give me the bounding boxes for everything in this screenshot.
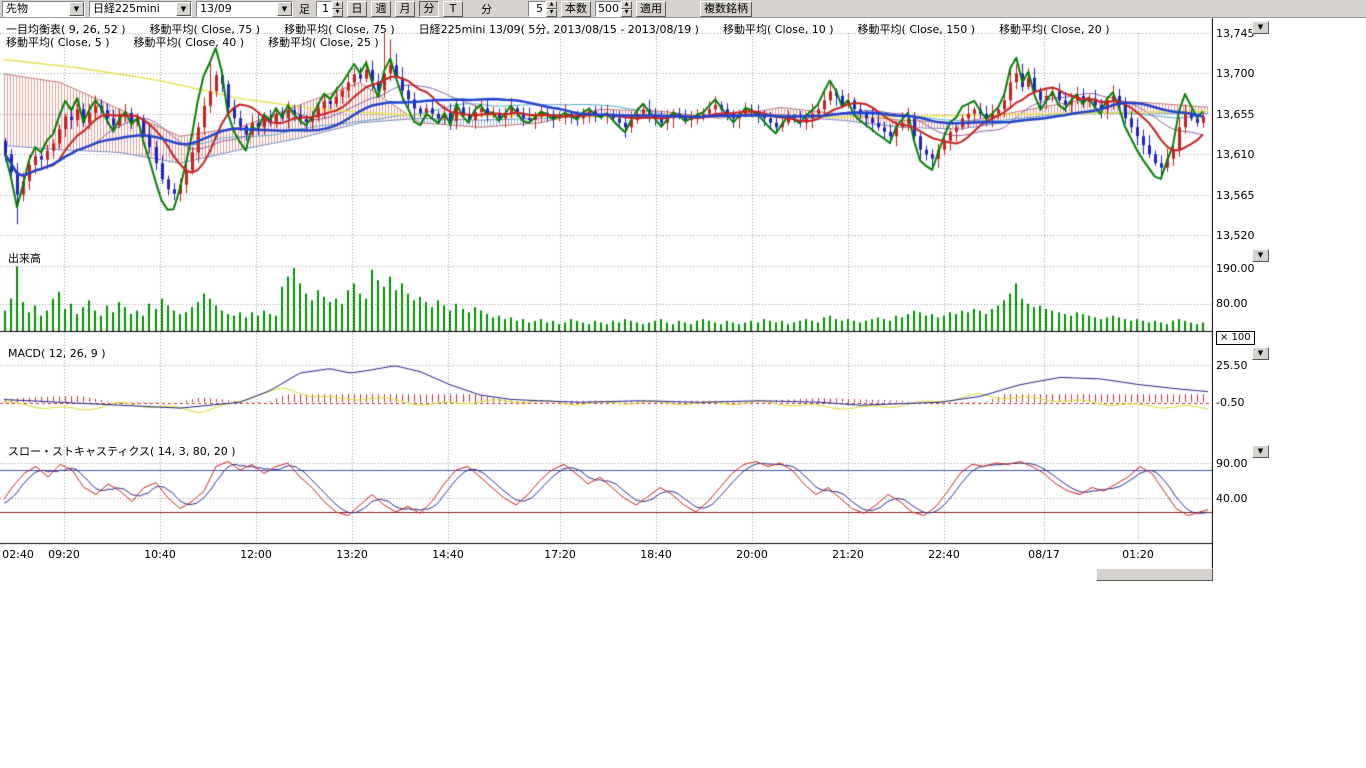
contract-month-value: 13/09 [197, 2, 277, 16]
price-axis-label: 13,610 [1216, 148, 1255, 161]
bar-type-label: 足 [299, 1, 310, 17]
period-daily-button[interactable]: 日 [347, 1, 367, 17]
chevron-down-icon[interactable]: ▼ [277, 2, 292, 16]
tick-count-stepper[interactable]: 1 ▲▼ [316, 1, 343, 17]
chevron-down-icon[interactable]: ▼ [69, 2, 84, 16]
price-panel-collapse-button[interactable]: ▼ [1252, 21, 1269, 34]
contract-month-select[interactable]: 13/09 ▼ [196, 1, 293, 17]
price-axis-label: 13,745 [1216, 27, 1255, 40]
spin-down-icon[interactable]: ▼ [621, 9, 632, 17]
multi-symbol-button[interactable]: 複数銘柄 [700, 1, 752, 17]
symbol-value: 日経225mini [90, 2, 176, 16]
volume-axis-label: 190.00 [1216, 262, 1255, 275]
time-axis-label: 02:40 [2, 548, 34, 561]
apply-button[interactable]: 適用 [636, 1, 666, 17]
time-axis-label: 08/17 [1028, 548, 1060, 561]
period-minute-button[interactable]: 分 [419, 1, 439, 17]
period-monthly-button[interactable]: 月 [395, 1, 415, 17]
horizontal-scrollbar-thumb[interactable] [1096, 568, 1213, 581]
time-axis-label: 01:20 [1122, 548, 1154, 561]
time-axis-label: 10:40 [144, 548, 176, 561]
price-axis-label: 13,565 [1216, 189, 1255, 202]
legend-item: 移動平均( Close, 150 ) [858, 21, 976, 37]
macd-panel-collapse-button[interactable]: ▼ [1252, 347, 1269, 360]
legend-item: 移動平均( Close, 5 ) [6, 34, 110, 50]
time-axis-label: 12:00 [240, 548, 272, 561]
macd-axis-label: 25.50 [1216, 359, 1248, 372]
symbol-select[interactable]: 日経225mini ▼ [89, 1, 192, 17]
chevron-down-icon: ▼ [1258, 349, 1263, 357]
time-axis-label: 18:40 [640, 548, 672, 561]
legend-item: 移動平均( Close, 20 ) [999, 21, 1110, 37]
macd-panel-label: MACD( 12, 26, 9 ) [8, 347, 106, 360]
time-axis-label: 21:20 [832, 548, 864, 561]
spin-up-icon[interactable]: ▲ [621, 1, 632, 9]
tick-count-value: 1 [316, 1, 332, 17]
minute-mode-label: 分 [481, 1, 492, 17]
bar-count-label-button[interactable]: 本数 [561, 1, 591, 17]
stoch-axis-label: 90.00 [1216, 457, 1248, 470]
spin-down-icon[interactable]: ▼ [332, 9, 343, 17]
instrument-value: 先物 [3, 2, 69, 16]
chevron-down-icon: ▼ [1258, 23, 1263, 31]
volume-axis-label: 80.00 [1216, 297, 1248, 310]
stoch-panel-label: スロー・ストキャスティクス( 14, 3, 80, 20 ) [8, 443, 236, 459]
macd-axis-label: -0.50 [1216, 396, 1244, 409]
toolbar: 先物 ▼ 日経225mini ▼ 13/09 ▼ 足 1 ▲▼ 日 週 月 分 … [0, 0, 1366, 18]
period-tick-button[interactable]: T [443, 1, 463, 17]
legend-row-2: 移動平均( Close, 5 ) 移動平均( Close, 40 ) 移動平均(… [6, 34, 379, 50]
time-axis-label: 13:20 [336, 548, 368, 561]
spin-up-icon[interactable]: ▲ [332, 1, 343, 9]
time-axis-label: 09:20 [48, 548, 80, 561]
volume-multiplier-badge: × 100 [1216, 331, 1255, 345]
price-axis-label: 13,520 [1216, 229, 1255, 242]
time-axis-label: 20:00 [736, 548, 768, 561]
price-axis-label: 13,655 [1216, 108, 1255, 121]
legend-item: 移動平均( Close, 25 ) [268, 34, 379, 50]
minute-value-stepper[interactable]: 5 ▲▼ [528, 1, 557, 17]
period-weekly-button[interactable]: 週 [371, 1, 391, 17]
chevron-down-icon: ▼ [1258, 251, 1263, 259]
volume-panel-label: 出来高 [8, 250, 41, 266]
instrument-select[interactable]: 先物 ▼ [2, 1, 85, 17]
time-axis-label: 22:40 [928, 548, 960, 561]
spin-down-icon[interactable]: ▼ [546, 9, 557, 17]
chevron-down-icon: ▼ [1258, 447, 1263, 455]
chevron-down-icon[interactable]: ▼ [176, 2, 191, 16]
spin-up-icon[interactable]: ▲ [546, 1, 557, 9]
stoch-panel-collapse-button[interactable]: ▼ [1252, 445, 1269, 458]
chart-canvas[interactable] [0, 0, 1213, 584]
stoch-axis-label: 40.00 [1216, 492, 1248, 505]
price-axis-label: 13,700 [1216, 67, 1255, 80]
minute-value: 5 [528, 1, 546, 17]
time-axis-label: 17:20 [544, 548, 576, 561]
bar-count-stepper[interactable]: 500 ▲▼ [595, 1, 632, 17]
chart-title: 日経225mini 13/09( 5分, 2013/08/15 - 2013/0… [419, 21, 699, 37]
bar-count-value: 500 [595, 1, 621, 17]
volume-panel-collapse-button[interactable]: ▼ [1252, 249, 1269, 262]
legend-item: 移動平均( Close, 10 ) [723, 21, 834, 37]
time-axis-label: 14:40 [432, 548, 464, 561]
legend-item: 移動平均( Close, 40 ) [134, 34, 245, 50]
